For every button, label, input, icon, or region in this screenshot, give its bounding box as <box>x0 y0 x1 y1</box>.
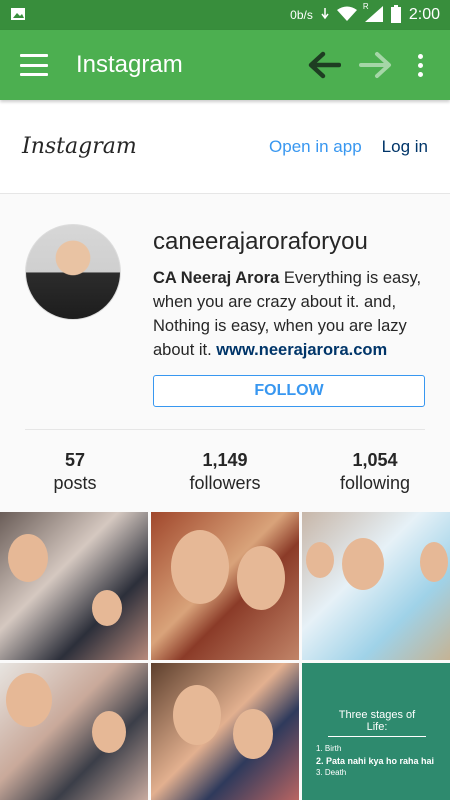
post-thumbnail[interactable] <box>0 512 148 660</box>
stat-label: followers <box>189 473 261 493</box>
network-speed: 0b/s <box>290 8 313 22</box>
stat-following[interactable]: 1,054 following <box>300 450 450 512</box>
status-bar: 0b/s R 2:00 <box>0 0 450 30</box>
stat-label: following <box>339 473 411 493</box>
stat-number: 57 <box>64 450 86 470</box>
app-title: Instagram <box>76 51 183 78</box>
instagram-logo[interactable]: Instagram <box>22 134 269 159</box>
battery-icon <box>390 4 401 26</box>
post-thumbnail[interactable] <box>151 663 299 800</box>
stat-number: 1,054 <box>352 450 398 470</box>
signal-icon: R <box>363 2 383 25</box>
profile-info: caneerajaroraforyou CA Neeraj Arora Ever… <box>153 224 425 407</box>
quote-title: Three stages of Life: <box>328 709 426 737</box>
quote-line: 2. Pata nahi kya ho raha hai <box>316 756 435 766</box>
post-thumbnail-quote[interactable]: Three stages of Life: 1. Birth 2. Pata n… <box>302 663 450 800</box>
bio-link[interactable]: www.neerajarora.com <box>216 341 387 359</box>
stat-label: posts <box>53 473 97 493</box>
app-bar: Instagram <box>0 30 450 100</box>
avatar <box>25 224 121 320</box>
log-in-link[interactable]: Log in <box>382 137 428 157</box>
wifi-icon <box>336 6 357 25</box>
stat-followers[interactable]: 1,149 followers <box>150 450 300 512</box>
download-icon <box>321 7 329 23</box>
stat-posts[interactable]: 57 posts <box>0 450 150 512</box>
clock: 2:00 <box>408 6 440 23</box>
bio-name: CA Neeraj Arora <box>153 269 280 287</box>
more-vert-icon[interactable] <box>410 53 430 77</box>
post-grid: Three stages of Life: 1. Birth 2. Pata n… <box>0 512 450 800</box>
signal-roaming-label: R <box>362 1 369 11</box>
post-thumbnail[interactable] <box>151 512 299 660</box>
forward-arrow-icon[interactable] <box>356 45 396 85</box>
open-in-app-link[interactable]: Open in app <box>269 137 362 157</box>
stats-bar: 57 posts 1,149 followers 1,054 following <box>0 430 450 512</box>
instagram-header: Instagram Open in app Log in <box>0 100 450 194</box>
bio: CA Neeraj Arora Everything is easy, when… <box>153 266 425 362</box>
menu-icon[interactable] <box>20 54 48 76</box>
profile-section: caneerajaroraforyou CA Neeraj Arora Ever… <box>0 194 450 407</box>
stat-number: 1,149 <box>202 450 248 470</box>
follow-button[interactable]: FOLLOW <box>153 375 425 407</box>
quote-line: 3. Death <box>316 768 347 777</box>
back-arrow-icon[interactable] <box>304 45 344 85</box>
post-thumbnail[interactable] <box>0 663 148 800</box>
post-thumbnail[interactable] <box>302 512 450 660</box>
username: caneerajaroraforyou <box>153 228 368 255</box>
image-icon <box>10 7 26 24</box>
quote-line: 1. Birth <box>316 744 342 753</box>
